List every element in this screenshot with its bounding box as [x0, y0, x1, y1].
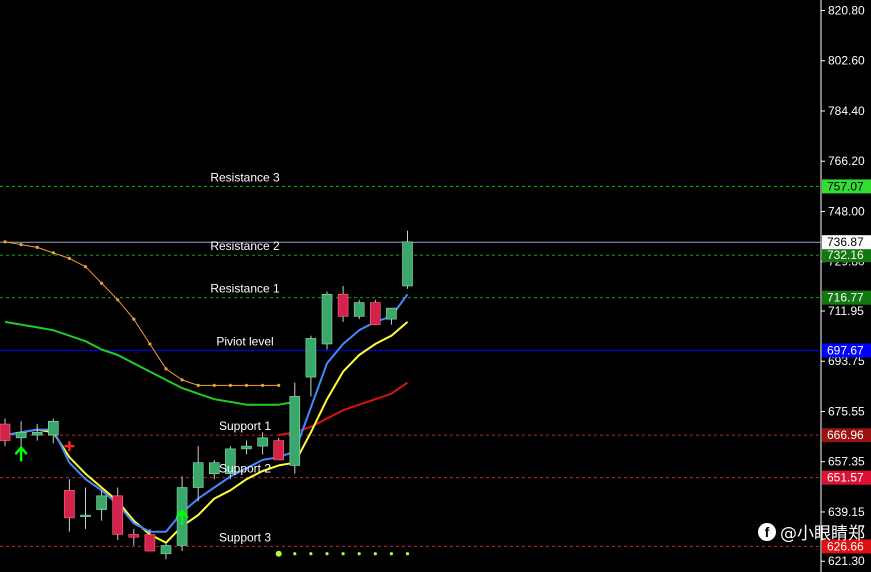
support-dot: [357, 552, 361, 556]
current-price-tag-label: 736.87: [827, 235, 864, 249]
candle-body: [0, 423, 11, 441]
support-dot: [389, 552, 393, 556]
candle-body: [112, 495, 123, 535]
indicator-dot: [164, 367, 168, 371]
axis-tick-label: 748.00: [828, 204, 865, 218]
support-dot: [309, 552, 313, 556]
indicator-line: [4, 241, 279, 386]
up-arrow-icon: [14, 446, 28, 462]
level-price-tag-label: 732.16: [827, 248, 864, 262]
candle-body: [209, 462, 220, 475]
watermark-text: @小眼睛郑: [780, 524, 865, 544]
indicator-dot: [261, 383, 265, 387]
candle-body: [80, 514, 91, 517]
indicator-dot: [116, 298, 120, 302]
support-dot: [325, 552, 329, 556]
facebook-icon: f: [758, 522, 776, 541]
candle-body: [273, 440, 285, 461]
candle-body: [160, 545, 172, 555]
level-price-tag-label: 697.67: [827, 343, 864, 357]
candle-body: [192, 462, 204, 488]
indicator-dot: [244, 383, 249, 387]
candles-layer: [0, 230, 413, 560]
price-axis: 820.80802.60784.40766.20748.00729.80711.…: [820, 0, 871, 572]
indicator-dot: [19, 242, 23, 247]
candle-body: [15, 432, 27, 439]
axis-tick-label: 621.30: [828, 554, 865, 568]
candle-body: [128, 534, 140, 538]
indicator-dot: [148, 342, 152, 346]
support-dot: [293, 552, 297, 556]
candle-body: [386, 307, 397, 320]
level-price-tag-label: 651.57: [827, 471, 864, 485]
level-price-tag-label: 716.77: [827, 291, 864, 305]
indicator-dot: [83, 265, 88, 269]
support-dot: [373, 552, 377, 556]
candle-body: [305, 338, 317, 378]
indicator-dot: [132, 317, 136, 321]
indicator-dot: [277, 383, 281, 387]
candle-body: [337, 293, 349, 317]
axis-tick-label: 802.60: [828, 54, 865, 68]
candle-body: [321, 293, 333, 345]
axis-tick-label: 639.15: [828, 505, 865, 519]
level-label: Resistance 3: [210, 170, 280, 184]
candle-body: [96, 495, 107, 510]
indicator-dot: [196, 383, 200, 387]
candle-body: [369, 302, 381, 325]
candle-body: [289, 396, 301, 466]
level-price-tag-label: 757.07: [827, 179, 864, 193]
level-label: Piviot level: [216, 334, 273, 348]
support-dot: [405, 552, 410, 556]
axis-tick-label: 675.55: [828, 404, 865, 418]
support-dot: [275, 550, 282, 557]
chart-stage: Resistance 3 Resistance 2 Resistance 1 Pivi…: [0, 0, 871, 572]
candle-body: [353, 302, 365, 317]
candlestick-chart: Resistance 3 Resistance 2 Resistance 1 Pivi…: [0, 0, 871, 572]
candle-body: [47, 420, 59, 436]
indicator-dot: [100, 281, 104, 285]
watermark: f @小眼睛郑: [758, 519, 865, 544]
indicator-dot: [3, 240, 7, 244]
cross-icon: [64, 441, 75, 452]
indicator-dot: [51, 251, 55, 255]
level-label: Support 1: [219, 419, 271, 433]
candle-body: [402, 241, 413, 287]
level-label: Support 3: [219, 530, 271, 544]
pivot-levels-layer: [0, 185, 821, 547]
axis-tick-label: 766.20: [828, 154, 865, 168]
candle-body: [241, 445, 252, 450]
candle-body: [144, 534, 156, 552]
axis-tick-label: 784.40: [828, 104, 865, 118]
candle-body: [257, 437, 268, 447]
candle-body: [31, 432, 43, 436]
support-dot: [341, 552, 345, 556]
level-label: Resistance 2: [210, 239, 280, 253]
level-price-tag-label: 666.96: [827, 428, 864, 442]
level-label: Resistance 1: [210, 282, 280, 296]
level-labels-layer: Resistance 3 Resistance 2 Resistance 1 Pivi…: [210, 170, 280, 544]
axis-tick-label: 820.80: [828, 3, 865, 17]
axis-tick-label: 711.95: [828, 304, 864, 318]
indicator-dot: [67, 256, 71, 260]
indicator-dot: [228, 383, 232, 387]
indicator-dot: [35, 245, 39, 249]
candle-body: [64, 489, 75, 519]
axis-tick-label: 657.35: [828, 455, 865, 469]
level-label: Support 2: [219, 462, 271, 476]
indicator-dot: [212, 383, 216, 387]
indicator-dot: [180, 378, 184, 382]
